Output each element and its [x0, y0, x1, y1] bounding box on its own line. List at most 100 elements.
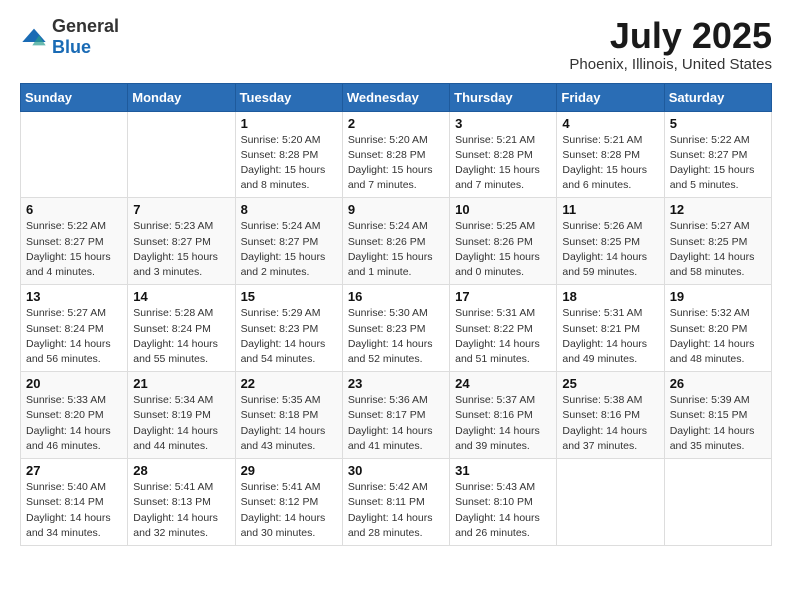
calendar-week-row: 20 Sunrise: 5:33 AM Sunset: 8:20 PM Dayli… [21, 372, 772, 459]
day-info: Sunrise: 5:41 AM Sunset: 8:12 PM Dayligh… [241, 480, 337, 541]
calendar-cell: 25Sunrise: 5:38 AM Sunset: 8:16 PM Dayli… [557, 372, 664, 459]
calendar-table: SundayMondayTuesdayWednesdayThursdayFrid… [20, 83, 772, 546]
day-info: Sunrise: 5:23 AM Sunset: 8:27 PM Dayligh… [133, 219, 229, 280]
day-number: 10 [455, 202, 551, 217]
day-info: Sunrise: 5:37 AM Sunset: 8:16 PM Dayligh… [455, 393, 551, 454]
month-year-title: July 2025 [569, 16, 772, 56]
day-number: 23 [348, 376, 444, 391]
calendar-cell: 29 Sunrise: 5:41 AM Sunset: 8:12 PM Dayli… [235, 459, 342, 546]
day-number: 16 [348, 289, 444, 304]
day-info: Sunrise: 5:43 AM Sunset: 8:10 PM Dayligh… [455, 480, 551, 541]
day-info: Sunrise: 5:20 AM Sunset: 8:28 PM Dayligh… [348, 133, 444, 194]
calendar-cell [21, 111, 128, 198]
calendar-cell [128, 111, 235, 198]
day-info: Sunrise: 5:41 AM Sunset: 8:13 PM Dayligh… [133, 480, 229, 541]
day-number: 4 [562, 116, 658, 131]
day-number: 26 [670, 376, 766, 391]
day-number: 3 [455, 116, 551, 131]
day-info: Sunrise: 5:30 AM Sunset: 8:23 PM Dayligh… [348, 306, 444, 367]
calendar-cell: 8 Sunrise: 5:24 AM Sunset: 8:27 PM Daylig… [235, 198, 342, 285]
weekday-header-sunday: Sunday [21, 83, 128, 111]
weekday-header-monday: Monday [128, 83, 235, 111]
day-number: 27 [26, 463, 122, 478]
day-info: Sunrise: 5:20 AM Sunset: 8:28 PM Dayligh… [241, 133, 337, 194]
calendar-week-row: 27 Sunrise: 5:40 AM Sunset: 8:14 PM Dayli… [21, 459, 772, 546]
calendar-cell: 15 Sunrise: 5:29 AM Sunset: 8:23 PM Dayli… [235, 285, 342, 372]
calendar-cell: 11 Sunrise: 5:26 AM Sunset: 8:25 PM Dayli… [557, 198, 664, 285]
day-info: Sunrise: 5:35 AM Sunset: 8:18 PM Dayligh… [241, 393, 337, 454]
day-info: Sunrise: 5:22 AM Sunset: 8:27 PM Dayligh… [670, 133, 766, 194]
day-info: Sunrise: 5:39 AM Sunset: 8:15 PM Dayligh… [670, 393, 766, 454]
calendar-cell [664, 459, 771, 546]
day-number: 30 [348, 463, 444, 478]
day-number: 19 [670, 289, 766, 304]
weekday-header-saturday: Saturday [664, 83, 771, 111]
calendar-cell: 19Sunrise: 5:32 AM Sunset: 8:20 PM Dayli… [664, 285, 771, 372]
calendar-cell: 30 Sunrise: 5:42 AM Sunset: 8:11 PM Dayli… [342, 459, 449, 546]
calendar-cell: 13Sunrise: 5:27 AM Sunset: 8:24 PM Dayli… [21, 285, 128, 372]
day-info: Sunrise: 5:28 AM Sunset: 8:24 PM Dayligh… [133, 306, 229, 367]
calendar-cell: 12Sunrise: 5:27 AM Sunset: 8:25 PM Dayli… [664, 198, 771, 285]
day-info: Sunrise: 5:21 AM Sunset: 8:28 PM Dayligh… [562, 133, 658, 194]
day-info: Sunrise: 5:31 AM Sunset: 8:21 PM Dayligh… [562, 306, 658, 367]
day-number: 6 [26, 202, 122, 217]
day-number: 2 [348, 116, 444, 131]
day-info: Sunrise: 5:34 AM Sunset: 8:19 PM Dayligh… [133, 393, 229, 454]
day-number: 31 [455, 463, 551, 478]
day-info: Sunrise: 5:31 AM Sunset: 8:22 PM Dayligh… [455, 306, 551, 367]
calendar-cell: 21 Sunrise: 5:34 AM Sunset: 8:19 PM Dayli… [128, 372, 235, 459]
day-number: 9 [348, 202, 444, 217]
calendar-cell: 6 Sunrise: 5:22 AM Sunset: 8:27 PM Daylig… [21, 198, 128, 285]
logo: General Blue [20, 16, 119, 58]
day-info: Sunrise: 5:26 AM Sunset: 8:25 PM Dayligh… [562, 219, 658, 280]
weekday-header-tuesday: Tuesday [235, 83, 342, 111]
day-number: 5 [670, 116, 766, 131]
day-number: 8 [241, 202, 337, 217]
calendar-cell: 3Sunrise: 5:21 AM Sunset: 8:28 PM Daylig… [450, 111, 557, 198]
day-info: Sunrise: 5:25 AM Sunset: 8:26 PM Dayligh… [455, 219, 551, 280]
day-number: 13 [26, 289, 122, 304]
calendar-cell: 31 Sunrise: 5:43 AM Sunset: 8:10 PM Dayli… [450, 459, 557, 546]
day-number: 21 [133, 376, 229, 391]
day-info: Sunrise: 5:33 AM Sunset: 8:20 PM Dayligh… [26, 393, 122, 454]
calendar-cell: 27 Sunrise: 5:40 AM Sunset: 8:14 PM Dayli… [21, 459, 128, 546]
calendar-cell: 24Sunrise: 5:37 AM Sunset: 8:16 PM Dayli… [450, 372, 557, 459]
weekday-header-wednesday: Wednesday [342, 83, 449, 111]
calendar-week-row: 6 Sunrise: 5:22 AM Sunset: 8:27 PM Daylig… [21, 198, 772, 285]
day-number: 12 [670, 202, 766, 217]
day-number: 15 [241, 289, 337, 304]
calendar-cell: 16 Sunrise: 5:30 AM Sunset: 8:23 PM Dayli… [342, 285, 449, 372]
weekday-header-thursday: Thursday [450, 83, 557, 111]
calendar-cell: 18Sunrise: 5:31 AM Sunset: 8:21 PM Dayli… [557, 285, 664, 372]
day-number: 29 [241, 463, 337, 478]
calendar-cell: 14Sunrise: 5:28 AM Sunset: 8:24 PM Dayli… [128, 285, 235, 372]
day-info: Sunrise: 5:40 AM Sunset: 8:14 PM Dayligh… [26, 480, 122, 541]
day-info: Sunrise: 5:42 AM Sunset: 8:11 PM Dayligh… [348, 480, 444, 541]
weekday-header-row: SundayMondayTuesdayWednesdayThursdayFrid… [21, 83, 772, 111]
calendar-cell: 10 Sunrise: 5:25 AM Sunset: 8:26 PM Dayli… [450, 198, 557, 285]
logo-blue: Blue [52, 37, 91, 57]
logo-icon [20, 27, 48, 47]
day-number: 1 [241, 116, 337, 131]
calendar-cell: 17Sunrise: 5:31 AM Sunset: 8:22 PM Dayli… [450, 285, 557, 372]
logo-text: General Blue [52, 16, 119, 58]
day-number: 11 [562, 202, 658, 217]
title-block: July 2025 Phoenix, Illinois, United Stat… [569, 16, 772, 73]
day-info: Sunrise: 5:22 AM Sunset: 8:27 PM Dayligh… [26, 219, 122, 280]
calendar-cell: 2 Sunrise: 5:20 AM Sunset: 8:28 PM Daylig… [342, 111, 449, 198]
day-info: Sunrise: 5:24 AM Sunset: 8:27 PM Dayligh… [241, 219, 337, 280]
calendar-cell: 5 Sunrise: 5:22 AM Sunset: 8:27 PM Daylig… [664, 111, 771, 198]
calendar-cell: 26 Sunrise: 5:39 AM Sunset: 8:15 PM Dayli… [664, 372, 771, 459]
logo-general: General [52, 16, 119, 36]
calendar-cell: 9 Sunrise: 5:24 AM Sunset: 8:26 PM Daylig… [342, 198, 449, 285]
location-subtitle: Phoenix, Illinois, United States [569, 56, 772, 73]
calendar-cell: 20 Sunrise: 5:33 AM Sunset: 8:20 PM Dayli… [21, 372, 128, 459]
day-info: Sunrise: 5:36 AM Sunset: 8:17 PM Dayligh… [348, 393, 444, 454]
day-number: 20 [26, 376, 122, 391]
day-number: 25 [562, 376, 658, 391]
calendar-cell [557, 459, 664, 546]
calendar-cell: 22Sunrise: 5:35 AM Sunset: 8:18 PM Dayli… [235, 372, 342, 459]
day-info: Sunrise: 5:29 AM Sunset: 8:23 PM Dayligh… [241, 306, 337, 367]
day-info: Sunrise: 5:24 AM Sunset: 8:26 PM Dayligh… [348, 219, 444, 280]
day-number: 7 [133, 202, 229, 217]
